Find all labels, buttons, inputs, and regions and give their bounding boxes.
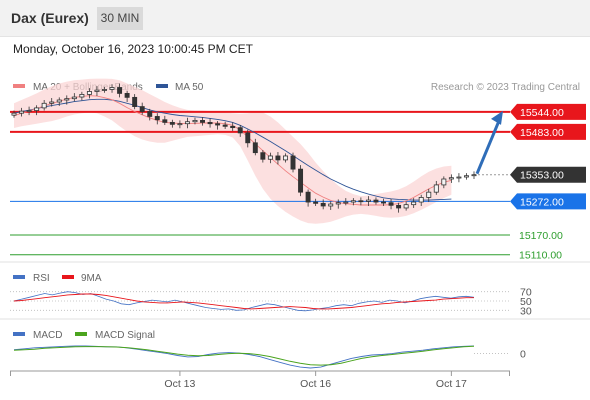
candle-up (102, 89, 107, 91)
candle-up (94, 89, 100, 92)
candle-up (283, 155, 288, 161)
legend-label-macd: MACD (33, 330, 62, 341)
candle-up (335, 202, 341, 205)
candle-up (109, 87, 115, 90)
candle-down (305, 191, 311, 203)
rsi-legend: RSI 9MA (13, 273, 102, 284)
legend-label-9ma: 9MA (81, 273, 102, 284)
candle-up (267, 155, 273, 160)
candle-down (200, 120, 205, 123)
legend-label-ma50: MA 50 (175, 82, 204, 93)
candle-down (275, 155, 281, 161)
level-label-resistance: 15483.00 (520, 127, 564, 139)
candle-up (441, 178, 447, 186)
candle-up (34, 107, 40, 111)
candle-down (215, 123, 221, 126)
legend-swatch-9ma (62, 275, 74, 279)
rsi-ma9-line (13, 293, 474, 310)
price-panel: 15544.00 15483.00 15353.00 15272.00 15170.00… (10, 78, 586, 262)
candle-up (426, 191, 432, 198)
candle-up (56, 99, 62, 103)
candle-down (320, 202, 326, 207)
candle-up (448, 177, 454, 180)
candle-up (411, 201, 417, 206)
macd-signal-line (13, 345, 475, 366)
candle-up (456, 176, 462, 179)
candle-down (358, 200, 364, 203)
candle-up (471, 174, 477, 177)
candle-down (252, 142, 258, 154)
candle-down (207, 121, 213, 125)
candle-up (403, 204, 409, 209)
candle-up (418, 197, 424, 203)
candle-down (298, 168, 304, 193)
macd-panel: 0 (13, 345, 526, 369)
candle-down (237, 127, 243, 134)
macd-line (13, 345, 475, 369)
candle-down (147, 111, 153, 117)
candle-up (71, 96, 77, 100)
x-tick-label: Oct 16 (300, 378, 331, 390)
candle-down (222, 124, 228, 127)
candle-up (463, 175, 469, 178)
candle-up (433, 184, 439, 193)
candle-down (290, 155, 296, 170)
x-tick-label: Oct 17 (436, 378, 467, 390)
candle-up (343, 201, 349, 204)
candle-up (328, 203, 334, 207)
macd-legend: MACD MACD Signal (13, 330, 155, 341)
candle-down (162, 119, 168, 123)
candle-up (79, 94, 85, 98)
macd-tick-label: 0 (520, 349, 526, 361)
candle-down (260, 152, 266, 160)
candle-up (19, 110, 25, 114)
legend-swatch-ma50 (156, 84, 168, 88)
candle-up (26, 110, 32, 112)
candle-down (230, 125, 236, 129)
candle-down (169, 121, 175, 125)
chart-canvas: MA 20 + Bollinger Bands MA 50 Research ©… (0, 78, 590, 390)
legend-label-macd-signal: MACD Signal (95, 330, 155, 341)
candle-up (365, 199, 371, 202)
candle-down (245, 132, 251, 144)
candle-down (139, 106, 145, 112)
candle-up (86, 91, 92, 95)
legend-swatch-macd (13, 332, 25, 336)
level-label-pivot: 15272.00 (520, 196, 564, 208)
candle-down (381, 201, 386, 204)
candle-down (117, 87, 123, 94)
rsi-panel: 705030 (10, 287, 532, 317)
candle-down (124, 93, 130, 98)
candle-down (373, 199, 379, 203)
legend-swatch-rsi (13, 275, 25, 279)
level-label-support: 15170.00 (519, 230, 563, 242)
copyright-note: Research © 2023 Trading Central (431, 82, 580, 93)
legend-swatch-ma20 (13, 84, 25, 88)
candle-up (41, 102, 47, 109)
level-label-resistance: 15544.00 (520, 107, 564, 119)
x-axis: Oct 13 Oct 16 Oct 17 (10, 370, 510, 390)
level-label-last: 15353.00 (520, 170, 564, 182)
candle-down (396, 204, 402, 209)
rsi-tick-label: 30 (520, 305, 532, 317)
candle-up (192, 120, 198, 123)
candle-up (177, 123, 183, 126)
level-label-support: 15110.00 (519, 250, 562, 262)
candle-up (350, 200, 356, 203)
candle-down (132, 96, 138, 107)
candle-down (154, 116, 160, 121)
x-tick-label: Oct 13 (164, 378, 195, 390)
candle-up (64, 98, 70, 101)
legend-swatch-macd-signal (75, 332, 87, 336)
legend-label-rsi: RSI (33, 273, 50, 284)
projection-arrow-shaft (475, 120, 501, 175)
candle-down (388, 202, 394, 206)
candle-up (11, 112, 17, 116)
candle-up (184, 121, 190, 125)
candle-up (49, 101, 55, 104)
candle-down (313, 201, 319, 204)
